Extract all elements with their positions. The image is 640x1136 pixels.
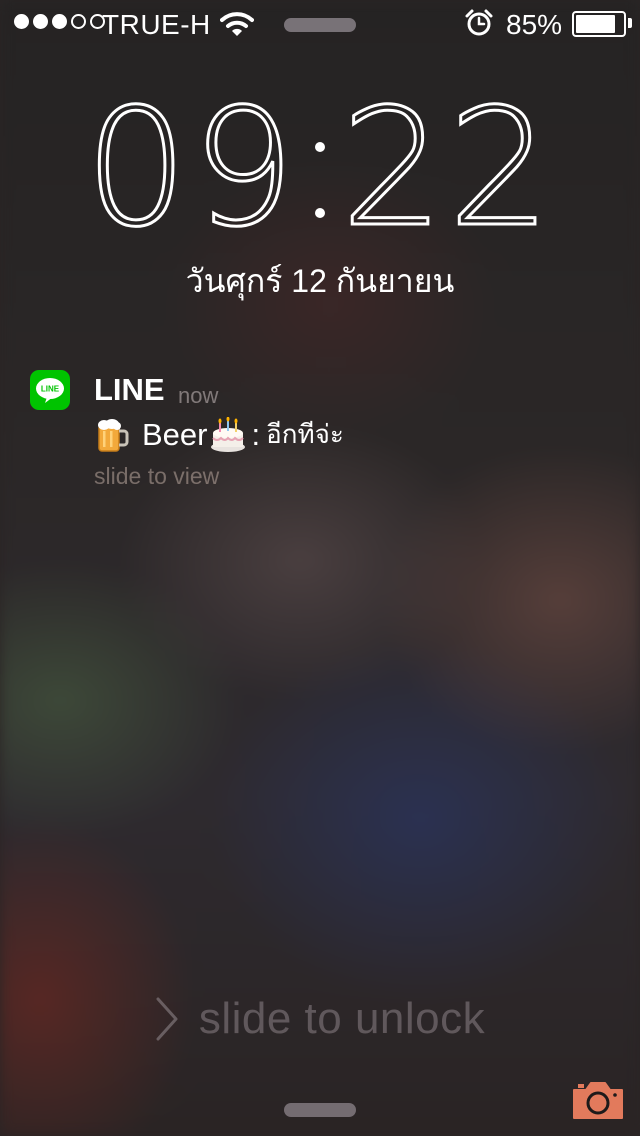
signal-dot [71,14,86,29]
status-bar: TRUE-H 85% [0,0,640,48]
signal-dot [52,14,67,29]
signal-dot [33,14,48,29]
notification-sender: Beer [142,416,208,452]
carrier-name: TRUE-H [102,9,211,40]
battery-icon [572,11,626,37]
notification-center-grabber[interactable] [284,18,356,32]
signal-dot [14,14,29,29]
notification-message: Beer : อีกทีจ่ะ [94,414,344,455]
line-icon-text: LINE [41,385,60,394]
lock-screen-clock: 09 22 [0,75,640,263]
battery-level-fill [576,15,615,33]
wifi-icon [220,12,254,36]
notification-text: อีกทีจ่ะ [266,419,344,449]
notification-app-name: LINE [94,372,165,407]
clock-colon [315,142,325,218]
beer-mug-emoji [98,418,129,452]
signal-strength-indicator [14,14,105,29]
slide-to-unlock[interactable]: slide to unlock [0,994,640,1044]
line-bubble-icon: LINE [36,378,64,403]
alarm-clock-icon [465,9,493,36]
clock-hours: 09 [83,75,299,263]
notification-separator: : [251,416,261,452]
clock-minutes: 22 [339,75,556,263]
slide-to-unlock-label: slide to unlock [198,994,486,1043]
birthday-cake-emoji [211,416,246,452]
battery-percentage: 85% [506,9,563,40]
control-center-grabber[interactable] [284,1103,356,1117]
notification-time: now [178,383,219,408]
battery-nub [628,18,632,28]
notification-hint: slide to view [94,463,220,489]
chevron-right-icon [156,997,178,1041]
camera-icon[interactable] [570,1078,626,1122]
lock-screen-date: วันศุกร์ 12 กันยายน [185,263,455,299]
line-app-icon: LINE [30,370,70,410]
